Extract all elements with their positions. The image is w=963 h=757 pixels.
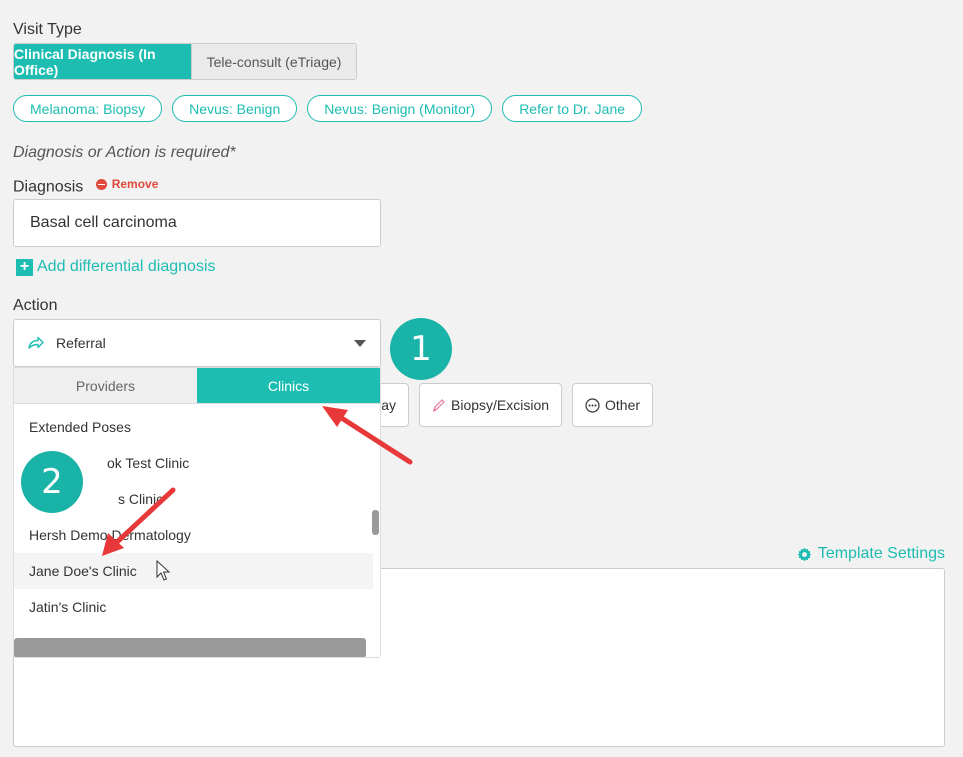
mouse-cursor-icon	[156, 559, 171, 581]
arrow-to-clinics-tab	[322, 406, 413, 465]
arrow-to-jane-doe-clinic	[102, 487, 176, 556]
annotation-overlay	[102, 406, 413, 581]
